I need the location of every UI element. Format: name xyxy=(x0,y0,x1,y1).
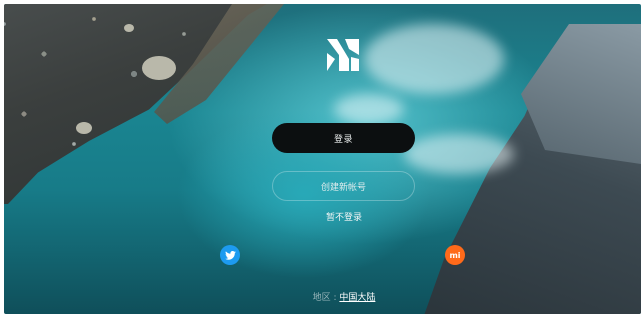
twitter-icon xyxy=(224,250,236,260)
background-pebble xyxy=(124,24,134,32)
region-label: 地区 : xyxy=(312,293,340,303)
background-pebble xyxy=(76,122,92,134)
create-account-button[interactable]: 创建新帐号 xyxy=(272,171,415,201)
region-value[interactable]: 中国大陆 xyxy=(339,293,375,303)
login-screen: 登录 创建新帐号 暂不登录 mi 地区 : 中国大陆 xyxy=(4,4,641,314)
background-pebble xyxy=(142,56,176,80)
background-foam xyxy=(364,24,504,94)
mi-icon: mi xyxy=(449,250,461,260)
skip-login-link[interactable]: 暂不登录 xyxy=(304,210,384,223)
twitter-login-button[interactable] xyxy=(220,245,240,265)
region-selector[interactable]: 地区 : 中国大陆 xyxy=(284,290,404,303)
background-foam xyxy=(404,134,514,174)
background-foam xyxy=(334,94,404,124)
login-button[interactable]: 登录 xyxy=(272,123,415,153)
brand-logo-icon xyxy=(327,39,359,71)
xiaomi-login-button[interactable]: mi xyxy=(445,245,465,265)
